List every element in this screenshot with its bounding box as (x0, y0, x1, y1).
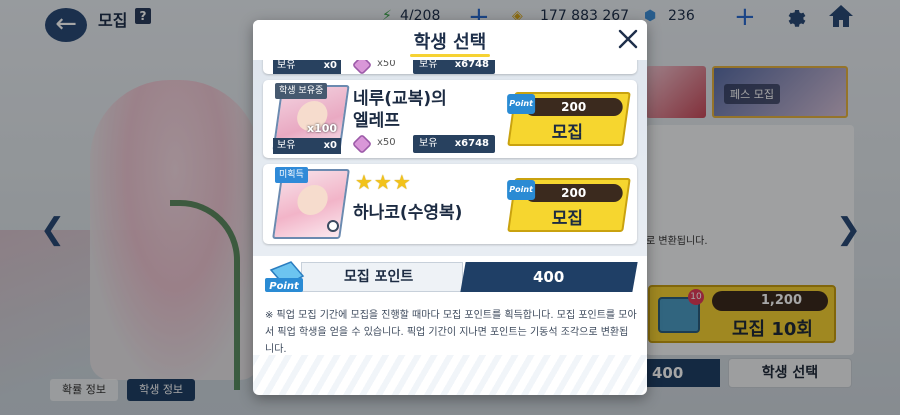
modal-pattern (253, 355, 647, 395)
eleph-multiplier: x50 (377, 137, 396, 148)
list-item[interactable]: 학생 보유중 x100 보유 x0 네루(교복)의 엘레프 x50 보유 x6748… (263, 80, 637, 158)
eleph-icon (351, 133, 373, 155)
eleph-multiplier: x50 (377, 60, 396, 69)
recruit-button[interactable]: Point 200 모집 (507, 92, 631, 146)
recruit-label: 모집 (551, 209, 584, 229)
unobtained-badge: 미획득 (275, 167, 308, 183)
point-logo-icon: Point (265, 261, 305, 292)
owned-status-badge: 학생 보유중 (275, 83, 328, 99)
recruit-cost: 200 (524, 184, 623, 202)
eleph-icon (351, 60, 373, 76)
student-name: 네루(교복)의 엘레프 (353, 89, 447, 131)
eleph-owned-pill: 보유 x6748 (413, 60, 495, 74)
student-list[interactable]: 보유 x0 x50 보유 x6748 학생 보유중 x100 보유 x0 네루(교복)… (253, 60, 647, 256)
recruit-cost: 200 (524, 98, 623, 116)
item-count: x100 (307, 122, 338, 135)
star-rating: ★★★ (355, 170, 412, 194)
title-underline (410, 54, 490, 57)
student-name: 하나코(수영복) (353, 203, 463, 223)
student-face (295, 185, 330, 215)
recruit-point-bar: 모집 포인트 400 Point (253, 256, 647, 302)
target-icon (327, 220, 339, 232)
modal-title: 학생 선택 (413, 32, 487, 53)
list-item[interactable]: 미획득 ★★★ 하나코(수영복) Point 200 모집 (263, 164, 637, 244)
svg-text:Point: Point (269, 281, 300, 292)
student-select-modal: 보유 x0 x50 보유 x6748 학생 보유중 x100 보유 x0 네루(교복)… (253, 20, 647, 395)
modal-header: 학생 선택 (253, 20, 647, 60)
owned-count-strip: 보유 x0 (273, 60, 341, 74)
recruit-point-value: 400 (460, 262, 638, 292)
recruit-point-label: 모집 포인트 (301, 262, 463, 292)
recruit-label: 모집 (551, 123, 584, 143)
recruit-button[interactable]: Point 200 모집 (507, 178, 631, 232)
list-item[interactable]: 보유 x0 x50 보유 x6748 (263, 60, 637, 76)
close-icon[interactable] (617, 28, 639, 50)
owned-count-strip: 보유 x0 (273, 138, 341, 154)
eleph-owned-pill: 보유 x6748 (413, 135, 495, 153)
point-icon: Point (507, 94, 536, 114)
point-icon: Point (507, 180, 536, 200)
recruit-point-notice: ※ 픽업 모집 기간에 모집을 진행할 때마다 모집 포인트를 획득합니다. 모… (265, 310, 637, 355)
